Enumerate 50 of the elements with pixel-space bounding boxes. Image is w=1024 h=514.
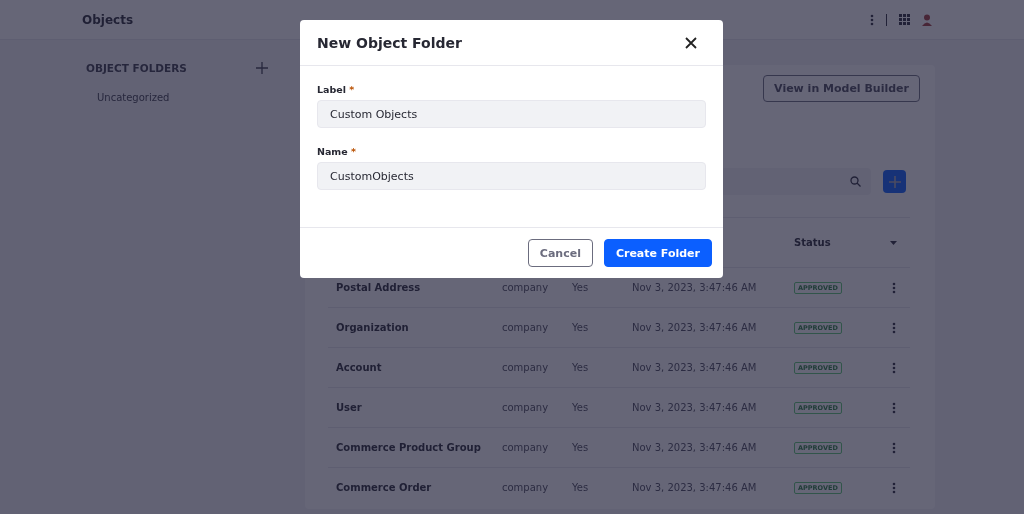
field-label: Label *	[317, 84, 356, 95]
kebab-menu-icon[interactable]	[891, 361, 896, 374]
table-cell: Postal Address	[336, 282, 421, 293]
add-object-button[interactable]	[883, 170, 906, 193]
table-cell: Commerce Order	[336, 482, 432, 494]
table-cell: Nov 3, 2023, 3:47:46 AM	[632, 282, 757, 293]
table-cell: Nov 3, 2023, 3:47:46 AM	[632, 482, 757, 494]
page-title: Objects	[82, 12, 134, 27]
table-cell: company	[502, 442, 549, 453]
table-cell: Yes	[572, 442, 589, 453]
close-icon[interactable]	[685, 36, 697, 49]
field-label: Name *	[317, 146, 357, 157]
sidebar-heading: OBJECT FOLDERS	[86, 62, 187, 74]
cancel-button[interactable]: Cancel	[527, 239, 593, 267]
table-cell: company	[502, 282, 549, 293]
table-cell: Nov 3, 2023, 3:47:46 AM	[632, 362, 757, 373]
table-cell: Yes	[572, 282, 589, 293]
create-folder-button[interactable]: Create Folder	[603, 239, 712, 267]
caret-down-icon[interactable]	[890, 240, 898, 245]
table-cell: Yes	[572, 402, 589, 413]
column-header[interactable]: Status	[786, 217, 878, 268]
table-cell: User	[336, 402, 362, 413]
table-cell: Nov 3, 2023, 3:47:46 AM	[632, 322, 757, 333]
text-input-field[interactable]: Custom Objects	[317, 100, 706, 128]
modal-title: New Object Folder	[317, 34, 462, 51]
table-cell: company	[502, 402, 549, 413]
table-cell: Account	[336, 362, 382, 373]
table-cell: company	[502, 362, 549, 373]
kebab-menu-icon[interactable]	[891, 481, 896, 494]
kebab-menu-icon[interactable]	[891, 281, 896, 294]
table-cell: company	[502, 322, 549, 333]
table-cell: Organization	[336, 322, 409, 333]
table-cell: Commerce Product Group	[336, 442, 481, 453]
table-cell: Yes	[572, 362, 589, 373]
plus-icon	[888, 175, 901, 188]
kebab-menu-icon[interactable]	[891, 401, 896, 414]
table-cell: Nov 3, 2023, 3:47:46 AM	[632, 442, 757, 453]
kebab-menu-icon[interactable]	[891, 321, 896, 334]
apps-grid-icon[interactable]	[899, 14, 910, 25]
search-icon	[850, 176, 861, 187]
kebab-menu-icon[interactable]	[891, 441, 896, 454]
kebab-menu-icon[interactable]	[870, 13, 874, 26]
add-folder-icon[interactable]	[256, 62, 268, 74]
table-cell: Yes	[572, 322, 589, 333]
table-cell: Nov 3, 2023, 3:47:46 AM	[632, 402, 757, 413]
table-cell: company	[502, 482, 549, 494]
table-cell: Yes	[572, 482, 589, 494]
user-avatar-icon[interactable]	[922, 13, 932, 26]
search-field[interactable]	[721, 168, 871, 195]
text-input-field[interactable]: CustomObjects	[317, 162, 706, 190]
